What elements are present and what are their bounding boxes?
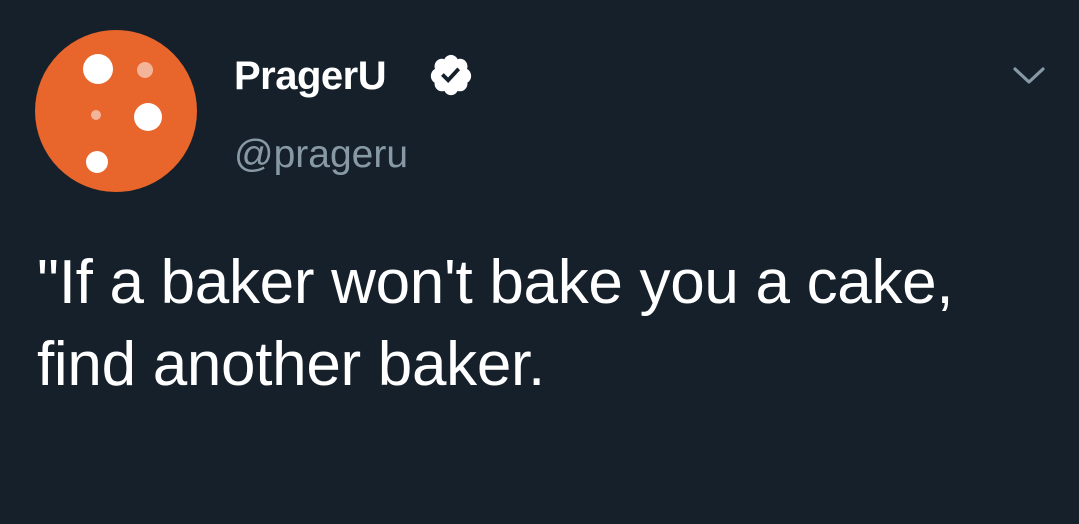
chevron-down-icon[interactable] (1010, 60, 1048, 90)
author-handle[interactable]: @prageru (234, 132, 408, 178)
tweet-text: "If a baker won't bake you a cake, find … (37, 248, 954, 399)
tweet-card: PragerU @prageru "If a baker won't bake … (0, 0, 1079, 524)
avatar-dot (137, 62, 153, 78)
author-display-name[interactable]: PragerU (234, 52, 387, 100)
avatar-dot (83, 54, 113, 84)
verified-badge-icon (428, 52, 474, 98)
avatar[interactable] (35, 30, 197, 192)
avatar-dot (86, 151, 108, 173)
avatar-dot (134, 103, 162, 131)
avatar-dot (91, 110, 101, 120)
